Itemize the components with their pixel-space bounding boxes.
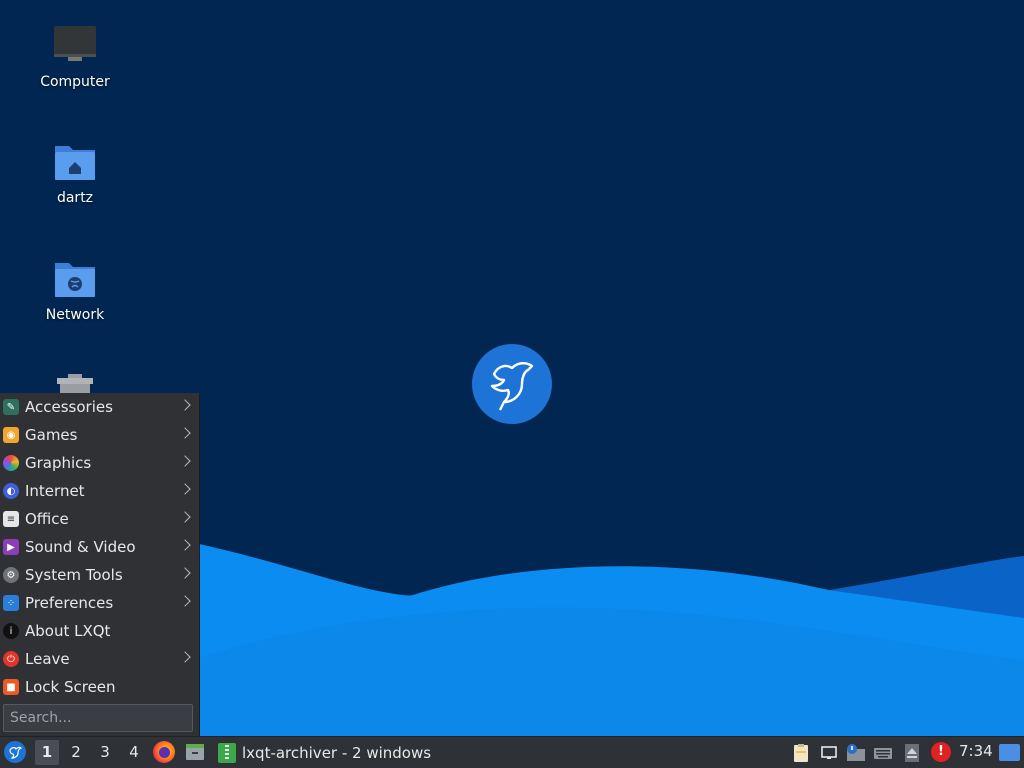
main-menu-button[interactable]: [4, 741, 26, 763]
menu-item-label: Accessories: [25, 398, 113, 416]
info-icon: i: [3, 623, 19, 639]
menu-item-label: Leave: [25, 650, 70, 668]
show-desktop-icon[interactable]: [999, 744, 1020, 761]
menu-item-label: Lock Screen: [25, 678, 116, 696]
lubuntu-menu-icon: [9, 746, 23, 759]
lubuntu-logo: [472, 344, 552, 424]
menu-item-leave[interactable]: ⏻ Leave: [0, 645, 199, 673]
clipboard-icon[interactable]: [791, 743, 811, 763]
desktop-icon-computer[interactable]: Computer: [20, 24, 130, 90]
desktop-icon-label: Network: [45, 307, 105, 323]
bird-icon: [490, 362, 534, 411]
home-folder-icon: [55, 146, 95, 180]
internet-icon: ◐: [3, 483, 19, 499]
firefox-icon[interactable]: [153, 741, 175, 763]
task-button-label: lxqt-archiver - 2 windows: [242, 743, 432, 762]
menu-item-label: System Tools: [25, 566, 123, 584]
taskbar: 1 2 3 4 lxqt-archiver - 2 windows ! 7:34: [0, 736, 1024, 768]
menu-item-label: Internet: [25, 482, 85, 500]
menu-item-accessories[interactable]: ✎ Accessories: [0, 393, 199, 421]
archiver-icon: [218, 742, 236, 763]
workspace-1-button[interactable]: 1: [35, 740, 59, 765]
menu-item-internet[interactable]: ◐ Internet: [0, 477, 199, 505]
sound-video-icon: ▶: [3, 539, 19, 555]
menu-item-label: Graphics: [25, 454, 92, 472]
preferences-icon: ⁘: [3, 595, 19, 611]
desktop-icon-label: Computer: [40, 74, 110, 90]
task-button-lxqt-archiver[interactable]: lxqt-archiver - 2 windows: [215, 739, 431, 766]
clock[interactable]: 7:34: [959, 742, 993, 760]
menu-item-lock-screen[interactable]: ■ Lock Screen: [0, 673, 199, 701]
screen-icon[interactable]: [820, 743, 838, 763]
menu-item-label: Office: [25, 510, 69, 528]
menu-item-graphics[interactable]: Graphics: [0, 449, 199, 477]
system-tools-icon: ⚙: [3, 567, 19, 583]
menu-item-games[interactable]: ◉ Games: [0, 421, 199, 449]
desktop-icon-network[interactable]: Network: [20, 257, 130, 323]
menu-search-input[interactable]: [3, 704, 193, 732]
accessories-icon: ✎: [3, 399, 19, 415]
games-icon: ◉: [3, 427, 19, 443]
workspace-3-button[interactable]: 3: [93, 740, 117, 765]
keyboard-icon[interactable]: [873, 743, 893, 763]
menu-item-label: Games: [25, 426, 78, 444]
lock-icon: ■: [3, 679, 19, 695]
update-notifier-icon[interactable]: [845, 743, 867, 763]
application-menu: ✎ Accessories ◉ Games Graphics ◐ Interne…: [0, 393, 200, 737]
office-icon: ≡: [3, 511, 19, 527]
workspace-4-button[interactable]: 4: [122, 740, 146, 765]
computer-icon: [54, 26, 96, 61]
network-folder-icon: [55, 263, 95, 297]
menu-item-label: Sound & Video: [25, 538, 136, 556]
workspace-2-button[interactable]: 2: [64, 740, 88, 765]
power-icon: ⏻: [3, 651, 19, 667]
menu-item-office[interactable]: ≡ Office: [0, 505, 199, 533]
menu-item-about-lxqt[interactable]: i About LXQt: [0, 617, 199, 645]
graphics-icon: [3, 455, 19, 471]
menu-item-preferences[interactable]: ⁘ Preferences: [0, 589, 199, 617]
menu-item-label: About LXQt: [25, 622, 111, 640]
desktop-icon-home[interactable]: dartz: [20, 140, 130, 206]
menu-item-system-tools[interactable]: ⚙ System Tools: [0, 561, 199, 589]
desktop-icon-label: dartz: [56, 190, 94, 206]
file-manager-icon[interactable]: [185, 742, 205, 762]
eject-icon[interactable]: [903, 743, 921, 763]
menu-item-sound-video[interactable]: ▶ Sound & Video: [0, 533, 199, 561]
alert-icon[interactable]: !: [931, 742, 951, 762]
menu-item-label: Preferences: [25, 594, 114, 612]
